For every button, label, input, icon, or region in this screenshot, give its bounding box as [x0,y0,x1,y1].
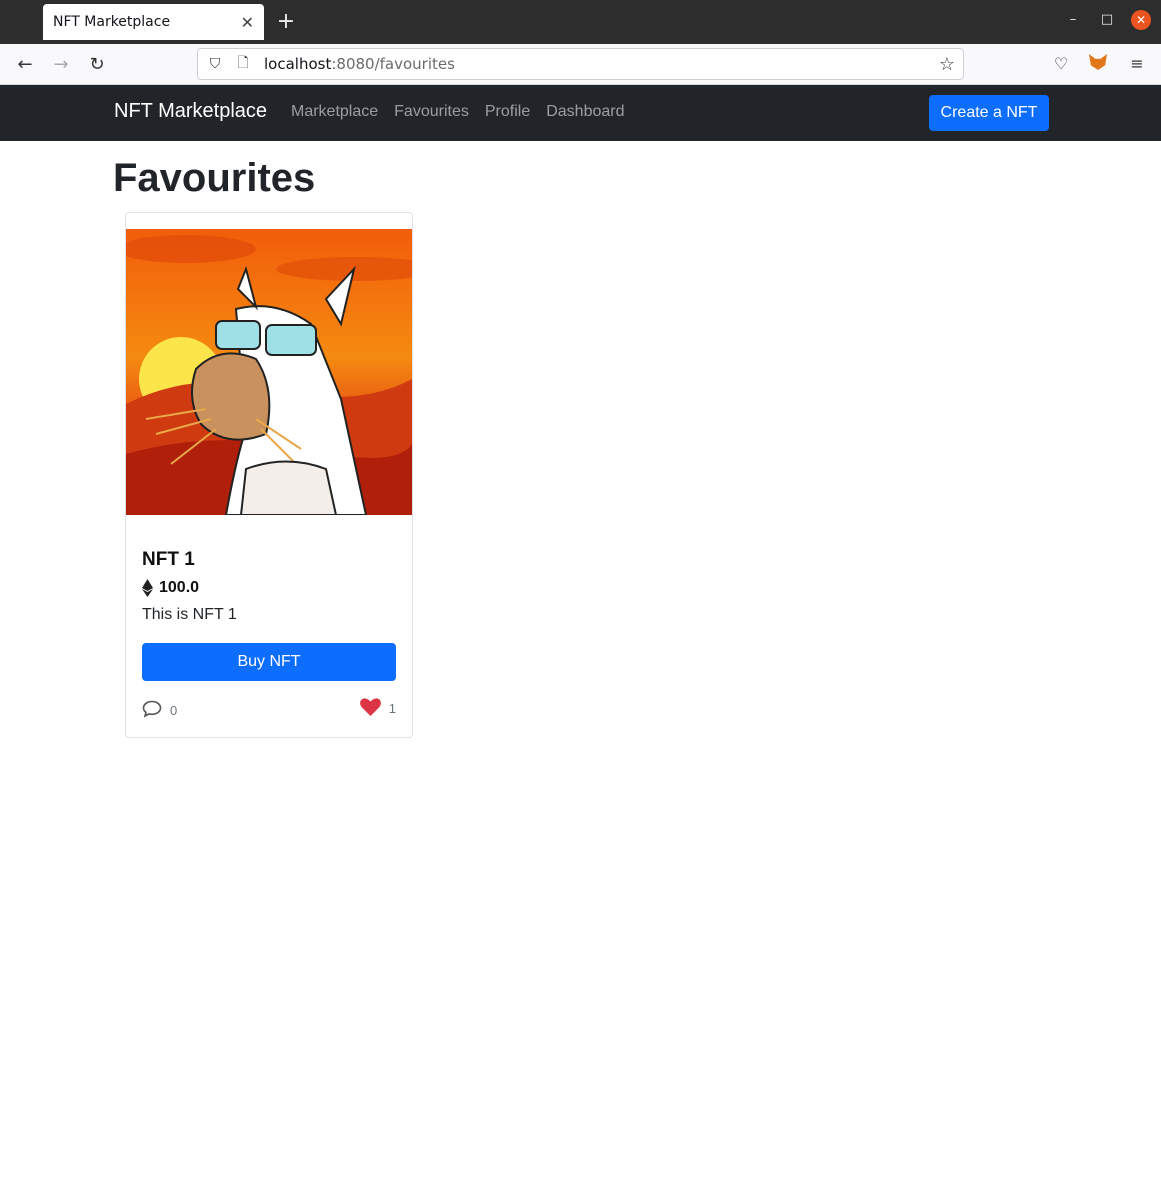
tab-title: NFT Marketplace [53,14,171,30]
create-nft-button[interactable]: Create a NFT [929,95,1049,131]
window-close-icon[interactable]: ✕ [1131,10,1151,30]
menu-icon[interactable]: ≡ [1127,54,1147,74]
url-path: :8080/favourites [331,55,455,73]
comment-button[interactable]: 0 [142,699,177,718]
new-tab-icon[interactable]: + [274,8,298,36]
comment-icon [142,700,162,718]
toolbar-right: ♡ ≡ [1051,54,1147,74]
nav-link-dashboard[interactable]: Dashboard [546,103,624,121]
page-title: Favourites [113,156,316,200]
nft-title: NFT 1 [142,549,195,570]
nft-image[interactable] [126,229,412,515]
nav-link-profile[interactable]: Profile [485,103,530,121]
browser-titlebar: NFT Marketplace ✕ + – □ ✕ [0,0,1161,44]
shield-icon[interactable]: ⛉ [204,56,226,72]
url-host: localhost [264,55,332,73]
navbar-brand[interactable]: NFT Marketplace [114,100,267,123]
minimize-icon[interactable]: – [1063,10,1083,30]
ethereum-icon [142,579,153,597]
metamask-fox-icon[interactable] [1089,54,1109,74]
browser-toolbar: ← → ↻ ⛉ 🗋 localhost:8080/favourites ☆ ♡ … [0,44,1161,85]
star-icon[interactable]: ☆ [939,54,955,75]
forward-icon[interactable]: → [48,52,74,78]
nav-link-favourites[interactable]: Favourites [394,103,469,121]
pocket-icon[interactable]: ♡ [1051,54,1071,74]
nft-price: 100.0 [159,579,200,596]
back-icon[interactable]: ← [12,52,38,78]
price-row: 100.0 [142,579,199,597]
comment-count: 0 [170,703,178,718]
heart-icon [359,697,381,716]
like-count: 1 [388,701,396,716]
maximize-icon[interactable]: □ [1097,10,1117,30]
url-bar[interactable]: ⛉ 🗋 localhost:8080/favourites ☆ [197,48,964,80]
reload-icon[interactable]: ↻ [84,52,110,78]
url-text[interactable]: localhost:8080/favourites [264,55,455,73]
nft-description: This is NFT 1 [142,606,237,623]
browser-tab[interactable]: NFT Marketplace ✕ [43,4,264,40]
page-icon: 🗋 [237,55,249,71]
window-controls: – □ ✕ [1063,10,1151,30]
nft-card: NFT 1 100.0 This is NFT 1 Buy NFT 0 1 [125,212,413,738]
nav-links: Marketplace Favourites Profile Dashboard [291,103,625,121]
nav-link-marketplace[interactable]: Marketplace [291,103,378,121]
tab-close-icon[interactable]: ✕ [241,13,254,32]
like-button[interactable]: 1 [359,697,396,716]
app-navbar: NFT Marketplace Marketplace Favourites P… [0,85,1161,141]
buy-nft-button[interactable]: Buy NFT [142,643,396,681]
